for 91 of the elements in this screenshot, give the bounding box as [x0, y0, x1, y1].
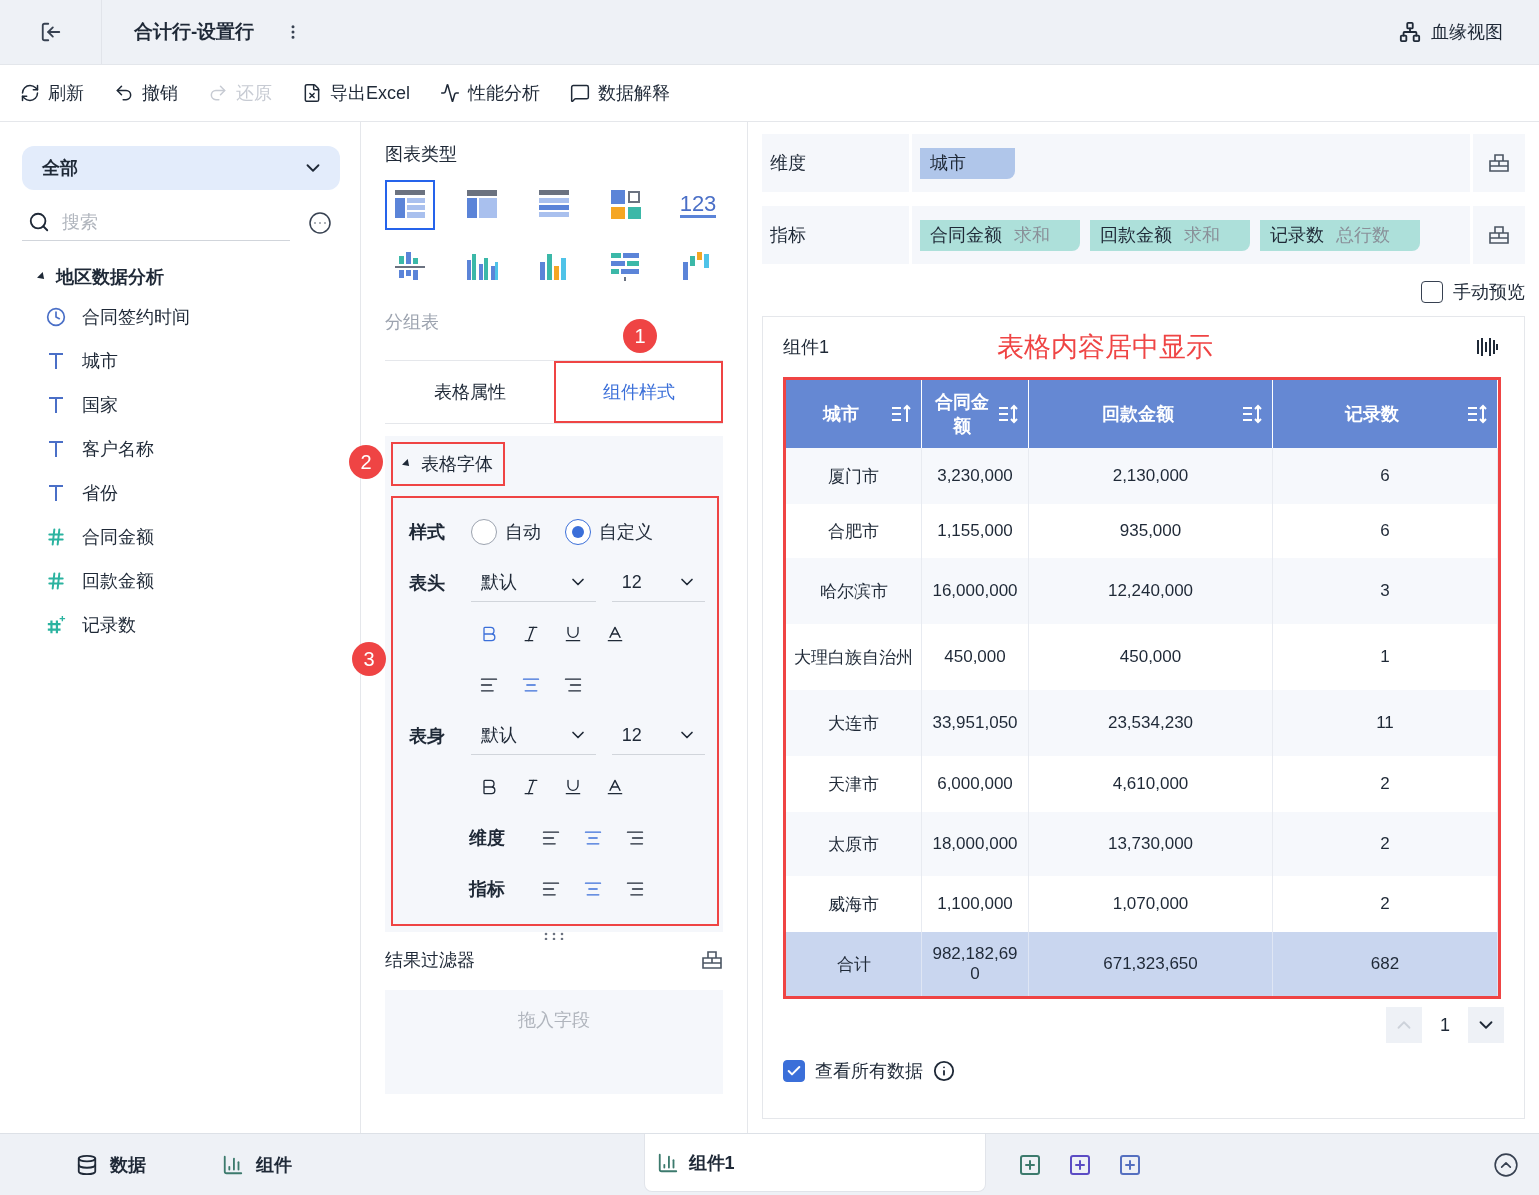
setting-label: 维度 [469, 826, 506, 850]
field-item[interactable]: 合同金额 [46, 515, 340, 559]
radio-option[interactable]: 自定义 [565, 518, 653, 545]
undo-icon [114, 83, 134, 103]
callout-number: 1 [623, 319, 657, 353]
toolbar-button[interactable]: 性能分析 [440, 81, 540, 105]
count-field-icon [46, 614, 66, 636]
chart-type-button[interactable] [385, 180, 435, 230]
size-dropdown[interactable]: 12 [611, 716, 705, 755]
field-item[interactable]: 合同签约时间 [46, 295, 340, 339]
refresh-icon [20, 83, 40, 103]
panel-tab[interactable]: 组件样式 [554, 361, 723, 423]
shelf-label: 指标 [762, 206, 912, 264]
sort-icon [891, 404, 913, 424]
number-field-icon [46, 527, 66, 547]
add-layout-icon[interactable] [1067, 1152, 1092, 1177]
setting-label: 表身 [409, 724, 446, 748]
comment-icon [570, 83, 590, 103]
hierarchy-icon [1399, 21, 1421, 43]
annotation-text: 表格内容居中显示 [997, 331, 1213, 364]
field-chip[interactable]: 城市 [920, 147, 1015, 179]
text-field-icon [47, 483, 65, 503]
setting-label: 样式 [409, 520, 446, 544]
total-cell: 671,323,650 [1029, 932, 1273, 996]
setting-label: 指标 [469, 877, 506, 901]
radio-option[interactable]: 自动 [471, 518, 541, 545]
clock-icon [46, 307, 66, 327]
field-item[interactable]: 记录数 [46, 603, 340, 647]
sort-icon [1242, 404, 1264, 424]
text-field-icon [47, 395, 65, 415]
database-icon [76, 1153, 98, 1176]
chart-icon [656, 1151, 679, 1174]
setting-label: 表头 [409, 571, 446, 595]
scope-dropdown[interactable]: 全部 [22, 146, 340, 190]
text-field-icon [47, 439, 65, 459]
checkbox-label: 查看所有数据 [815, 1060, 923, 1083]
chart-type-caption: 分组表 [385, 311, 440, 334]
page-number: 1 [1440, 1014, 1450, 1036]
field-chip[interactable]: 记录数 总行数 [1260, 219, 1420, 251]
widget-title: 组件1 [783, 336, 829, 359]
callout-number: 3 [352, 642, 386, 676]
report-title: 合计行-设置行 [134, 20, 255, 44]
text-field-icon [47, 351, 65, 371]
export-icon [302, 83, 322, 103]
size-dropdown[interactable]: 12 [611, 563, 705, 602]
section-title: 结果过滤器 [385, 949, 475, 972]
sort-icon [998, 404, 1020, 424]
section-header[interactable]: 表格字体 [391, 442, 505, 486]
section-title: 图表类型 [385, 143, 458, 166]
bottom-tab[interactable]: 组件 [222, 1152, 292, 1177]
tree-group[interactable]: 地区数据分析 [38, 265, 340, 289]
next-page-button[interactable] [1468, 1007, 1504, 1043]
shelf-label: 维度 [762, 134, 912, 192]
add-text-icon[interactable] [1117, 1152, 1142, 1177]
chart-icon [222, 1153, 244, 1176]
font-dropdown[interactable]: 默认 [470, 563, 596, 602]
field-chip[interactable]: 回款金额 求和 [1090, 219, 1250, 251]
manual-preview-checkbox[interactable]: 手动预览 [762, 280, 1525, 304]
search-field[interactable]: 搜索 [60, 210, 260, 234]
info-icon [933, 1060, 955, 1082]
field-chip[interactable]: 合同金额 求和 [920, 219, 1080, 251]
more-options-icon[interactable] [308, 210, 332, 235]
open-widget-tab[interactable]: 组件1 [643, 1134, 986, 1192]
pulse-icon [440, 83, 460, 103]
number-field-icon [46, 571, 66, 591]
toolbar-button[interactable]: 数据解释 [570, 81, 670, 105]
chart-type-button[interactable]: 123 [673, 180, 723, 230]
total-cell: 合计 [786, 932, 922, 996]
field-item[interactable]: 回款金额 [46, 559, 340, 603]
font-dropdown[interactable]: 默认 [470, 716, 596, 755]
redo-icon [208, 83, 228, 103]
sort-icon [1467, 404, 1489, 424]
panel-tab[interactable]: 表格属性 [385, 361, 554, 423]
collapse-icon[interactable] [1493, 1151, 1519, 1178]
toolbar-button[interactable]: 刷新 [20, 81, 84, 105]
bottom-tab[interactable]: 数据 [76, 1152, 146, 1177]
field-item[interactable]: 城市 [46, 339, 340, 383]
view-all-checkbox[interactable] [783, 1060, 805, 1082]
field-item[interactable]: 省份 [46, 471, 340, 515]
field-item[interactable]: 客户名称 [46, 427, 340, 471]
lineage-button[interactable]: 血缘视图 [1393, 19, 1509, 45]
total-cell: 982,182,690 [922, 932, 1029, 996]
toolbar-button[interactable]: 撤销 [114, 81, 178, 105]
toolbar-button[interactable]: 导出Excel [302, 81, 410, 105]
barcode-icon[interactable] [1476, 336, 1498, 358]
field-item[interactable]: 国家 [46, 383, 340, 427]
search-icon [28, 211, 50, 233]
back-icon[interactable] [39, 21, 62, 43]
add-chart-icon[interactable] [1017, 1152, 1042, 1177]
callout-number: 2 [349, 445, 383, 479]
total-cell: 682 [1273, 932, 1498, 996]
